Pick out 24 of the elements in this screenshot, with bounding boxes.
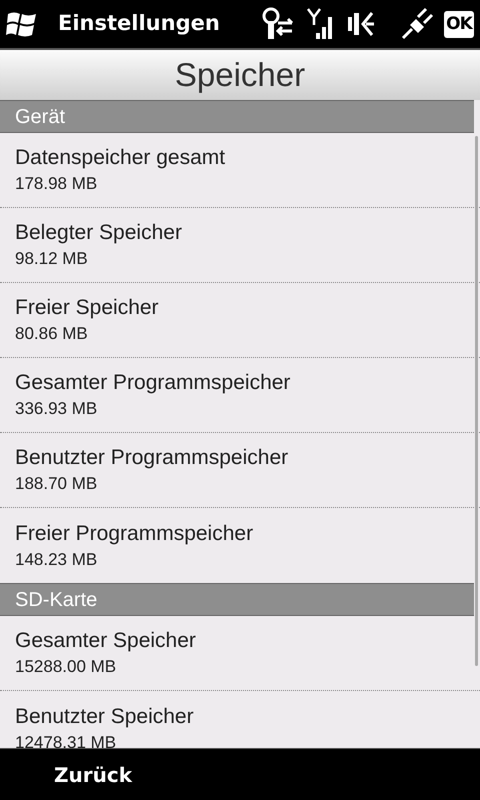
setting-label: Freier Programmspeicher [15, 520, 254, 546]
setting-value: 188.70 MB [15, 473, 98, 495]
page-title: Speicher [174, 55, 306, 96]
setting-value: 15288.00 MB [15, 656, 118, 678]
setting-value: 178.98 MB [15, 173, 98, 195]
section-header: SD-Karte [0, 583, 474, 616]
back-softkey[interactable]: Zurück [54, 760, 132, 790]
setting-value: 98.12 MB [15, 248, 89, 270]
setting-value: 12478.31 MB [15, 732, 118, 748]
setting-label: Datenspeicher gesamt [15, 145, 226, 171]
setting-value: 80.86 MB [15, 323, 89, 345]
setting-label: Gesamter Programmspeicher [15, 370, 292, 396]
setting-label: Benutzter Speicher [15, 704, 195, 730]
setting-label: Belegter Speicher [15, 220, 183, 246]
plug-icon[interactable] [400, 7, 434, 41]
setting-value: 336.93 MB [15, 398, 98, 420]
section-header: Gerät [0, 100, 474, 133]
setting-value: 148.23 MB [15, 548, 98, 570]
app-title: Einstellungen [58, 10, 220, 38]
setting-label: Freier Speicher [15, 295, 160, 321]
setting-label: Benutzter Programmspeicher [15, 445, 290, 471]
scrollbar[interactable] [475, 136, 478, 666]
ok-button[interactable]: OK [444, 10, 474, 38]
setting-label: Gesamter Speicher [15, 628, 197, 654]
